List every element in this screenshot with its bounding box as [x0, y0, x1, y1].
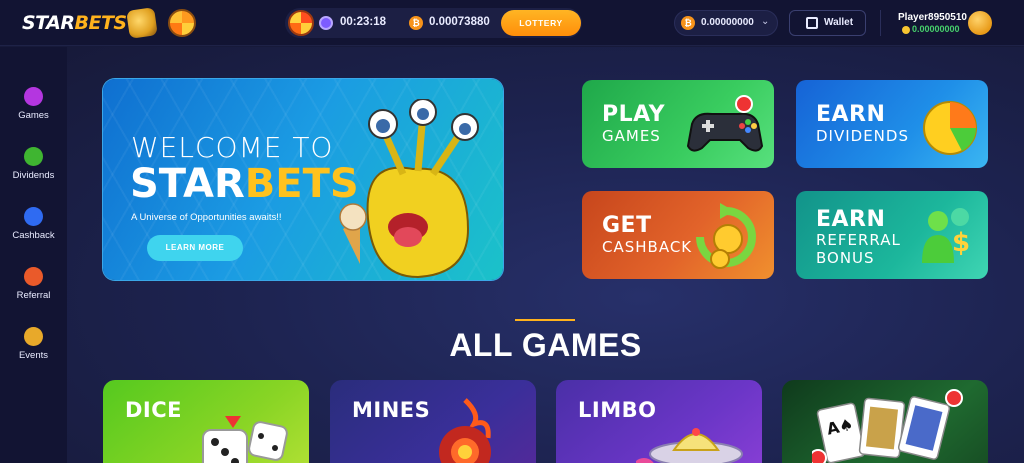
logo-bets-text: BETS: [74, 12, 128, 34]
section-accent-line: [515, 319, 575, 321]
monster-mascot-icon: [339, 99, 479, 279]
events-icon: [24, 327, 43, 346]
cashback-coin-icon: [696, 203, 756, 269]
coin-icon: [902, 26, 910, 34]
wallet-icon: [806, 17, 818, 29]
play-games-card[interactable]: PLAY GAMES: [582, 80, 774, 168]
bitcoin-icon: ₿: [681, 16, 695, 30]
cashback-icon: [24, 207, 43, 226]
sidebar-item-label: Referral: [16, 290, 51, 301]
hero-brand: STARBETS: [130, 161, 359, 207]
card-subtitle: GAMES: [602, 127, 661, 145]
hero-brand-star: STAR: [130, 161, 245, 207]
game-card-mines[interactable]: MINES: [330, 380, 536, 463]
bitcoin-icon: ₿: [409, 16, 423, 30]
mine-bomb-icon: [439, 398, 491, 463]
logo-star-text: STAR: [22, 12, 75, 34]
header-divider: [880, 10, 881, 36]
game-card-blackjack[interactable]: A♠: [782, 380, 988, 463]
card-title: PLAY: [602, 102, 665, 127]
all-games-heading: ALL GAMES: [449, 327, 642, 363]
referral-people-icon: $: [922, 208, 970, 263]
lottery-bar: 00:23:18 ₿ 0.00073880 LOTTERY: [285, 8, 582, 38]
card-subtitle: BONUS: [816, 249, 875, 267]
sidebar-item-cashback[interactable]: Cashback: [0, 207, 67, 257]
game-title: MINES: [352, 398, 431, 422]
hero-tagline: A Universe of Opportunities awaits!!: [131, 212, 282, 223]
logo[interactable]: STARBETS: [22, 12, 127, 34]
welcome-banner[interactable]: WELCOME TO STARBETS A Universe of Opport…: [103, 79, 503, 280]
sidebar-item-label: Dividends: [12, 170, 55, 181]
pie-chart-icon: [923, 101, 977, 155]
dice-icon: [202, 416, 288, 463]
get-cashback-card[interactable]: GET CASHBACK: [582, 191, 774, 279]
referral-icon: [24, 267, 43, 286]
earn-referral-bonus-card[interactable]: EARN REFERRAL BONUS $: [796, 191, 988, 279]
gift-icon[interactable]: [126, 7, 158, 39]
sidebar-item-label: Cashback: [12, 230, 55, 241]
sidebar-item-referral[interactable]: Referral: [0, 267, 67, 317]
card-subtitle: DIVIDENDS: [816, 127, 909, 145]
top-bar: STARBETS 00:23:18 ₿ 0.00073880 LOTTERY ₿…: [0, 0, 1024, 46]
chevron-down-icon: ⌄: [761, 16, 770, 27]
balance-amount: 0.00000000: [701, 17, 754, 28]
wheel-icon[interactable]: [168, 9, 196, 37]
earn-dividends-card[interactable]: EARN DIVIDENDS: [796, 80, 988, 168]
card-subtitle: CASHBACK: [602, 238, 693, 256]
card-title: GET: [602, 213, 652, 238]
card-title: EARN: [816, 102, 886, 127]
lottery-timer: 00:23:18: [340, 16, 387, 28]
card-subtitle: REFERRAL: [816, 231, 901, 249]
playing-cards-icon: A♠: [812, 389, 963, 463]
sidebar-item-label: Events: [18, 350, 49, 361]
user-balance: 0.00000000: [912, 24, 960, 34]
wallet-label: Wallet: [824, 17, 854, 28]
dividends-icon: [24, 147, 43, 166]
lottery-jackpot: 0.00073880: [429, 16, 490, 28]
game-card-limbo[interactable]: LIMBO: [556, 380, 762, 463]
gamepad-icon: [686, 95, 764, 152]
lottery-button[interactable]: LOTTERY: [501, 10, 581, 36]
main-content: WELCOME TO STARBETS A Universe of Opport…: [67, 47, 1024, 463]
balance-selector[interactable]: ₿ 0.00000000 ⌄: [674, 10, 778, 36]
sidebar-item-dividends[interactable]: Dividends: [0, 147, 67, 197]
avatar[interactable]: [968, 11, 992, 35]
svg-text:$: $: [952, 228, 970, 258]
game-title: DICE: [125, 398, 183, 422]
hero-welcome: WELCOME TO: [131, 131, 334, 164]
ufo-icon: [636, 428, 743, 463]
username[interactable]: Player8950510: [898, 12, 967, 23]
wallet-button[interactable]: Wallet: [789, 10, 866, 36]
learn-more-button[interactable]: LEARN MORE: [147, 235, 243, 261]
sidebar: Games Dividends Cashback Referral Events: [0, 47, 67, 463]
sidebar-item-events[interactable]: Events: [0, 327, 67, 377]
game-card-dice[interactable]: DICE: [103, 380, 309, 463]
sidebar-item-games[interactable]: Games: [0, 87, 67, 137]
sidebar-item-label: Games: [18, 110, 49, 121]
lottery-wheel-icon[interactable]: [288, 10, 314, 36]
card-title: EARN: [816, 207, 886, 232]
gamepad-icon: [24, 87, 43, 106]
clock-icon: [319, 16, 333, 30]
